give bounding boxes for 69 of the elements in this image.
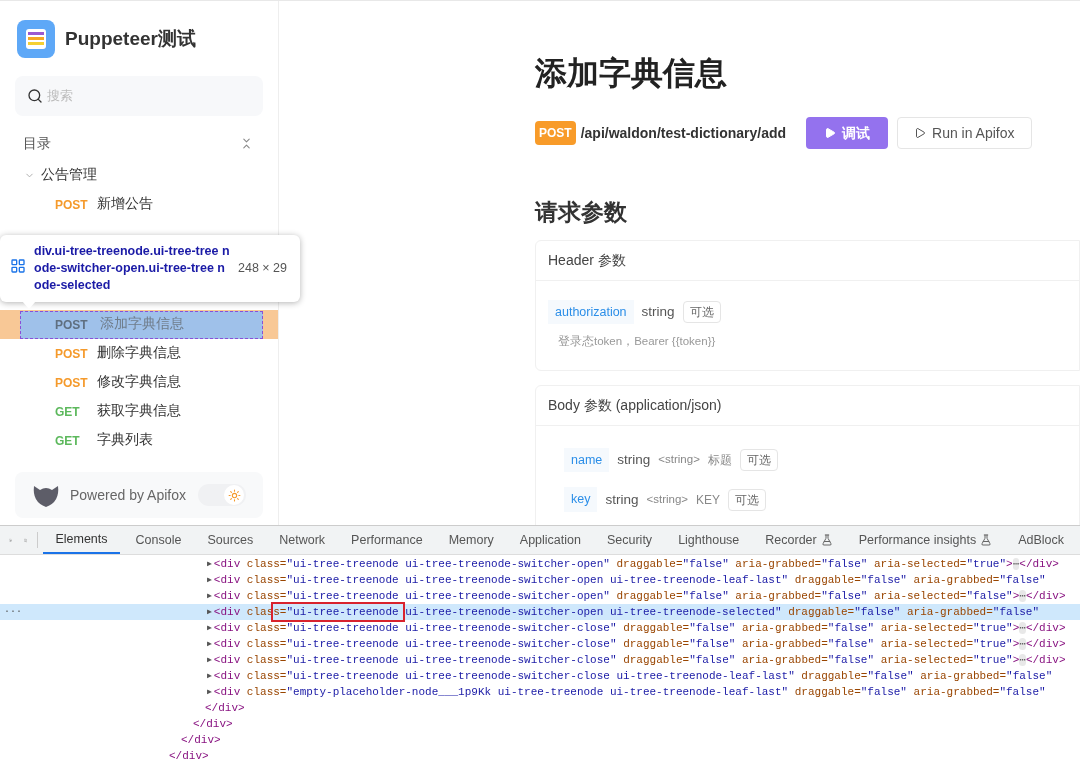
method-label: GET	[55, 403, 81, 421]
section-label: 目录	[23, 134, 51, 153]
tree-item[interactable]: GET 获取字典信息	[15, 397, 263, 426]
method-badge: POST	[535, 121, 576, 145]
dom-node-line[interactable]: ▶ <div class="empty-placeholder-node___1p9Kk ui-tree-treenode ui-tree-treenode-leaf-last" draggable="false" aria-grabbed="false"	[0, 684, 1080, 700]
method-label: GET	[55, 432, 81, 450]
param-subtype: <string>	[658, 452, 700, 468]
dom-node-line[interactable]: ▶ <div class="ui-tree-treenode ui-tree-treenode-switcher-open ui-tree-treenode-leaf-last" draggable="false" aria-grabbed="false"	[0, 572, 1080, 588]
closing-tag: </div>	[0, 732, 1080, 748]
devtools-tab[interactable]: Recorder	[755, 526, 843, 554]
item-label: 获取字典信息	[97, 402, 181, 421]
devtools-tab[interactable]: Elements	[43, 526, 120, 554]
closing-tag: </div>	[0, 716, 1080, 732]
optional-tag: 可选	[739, 448, 778, 471]
element-size: 248 × 29	[238, 260, 287, 277]
devtools-tab[interactable]: Application	[509, 526, 591, 554]
item-label: 删除字典信息	[97, 344, 181, 363]
search-input[interactable]: 搜索	[47, 86, 227, 106]
dom-node-line[interactable]: ▶ <div class="ui-tree-treenode ui-tree-treenode-switcher-close" draggable="false" aria-grabbed="false" aria-selected="true">⋯</div>	[0, 636, 1080, 652]
param-type: string	[605, 490, 639, 509]
project-title: Puppeteer测试	[65, 26, 196, 51]
tree-item[interactable]: GET 字典列表	[15, 426, 263, 455]
devtools-tab[interactable]: AdBlock	[1008, 526, 1074, 554]
item-label: 新增公告	[97, 195, 153, 214]
param-description: 登录态token，Bearer {{token}}	[558, 334, 717, 350]
run-button[interactable]: Run in Apifox	[897, 117, 1032, 149]
section-heading: 请求参数	[535, 198, 628, 227]
param-name: name	[564, 447, 610, 473]
devtools-tab[interactable]: Console	[125, 526, 192, 554]
page-title: 添加字典信息	[535, 54, 728, 93]
param-type: string	[617, 450, 651, 469]
devtools-tab[interactable]: Performance	[341, 526, 433, 554]
param-name: authorization	[548, 299, 634, 325]
debug-button[interactable]: 调试	[806, 117, 889, 149]
devtools-tab[interactable]: Memory	[438, 526, 504, 554]
tree-folder[interactable]: 公告管理	[15, 161, 263, 190]
element-selector: div.ui-tree-treenode.ui-tree-tree node-switcher-open.ui-tree-tree node-selected	[34, 243, 230, 294]
devtools-tab[interactable]: Sources	[197, 526, 264, 554]
dom-node-line[interactable]: ▶ <div class="ui-tree-treenode ui-tree-treenode-switcher-open" draggable="false" aria-grabbed="false" aria-selected="false">⋯</div>	[0, 588, 1080, 604]
method-label: POST	[55, 374, 89, 392]
dom-node-line[interactable]: ▶ <div class="ui-tree-treenode ui-tree-treenode-switcher-close" draggable="false" aria-grabbed="false" aria-selected="true">⋯</div>	[0, 620, 1080, 636]
search-field[interactable]: 搜索	[15, 76, 263, 116]
tree-item[interactable]: POST 修改字典信息	[15, 368, 263, 397]
item-label: 修改字典信息	[97, 373, 181, 392]
dom-node-line[interactable]: ▶ <div class="ui-tree-treenode ui-tree-treenode-switcher-open" draggable="false" aria-grabbed="false" aria-selected="true">⋯</div>	[0, 556, 1080, 572]
devtools-tab[interactable]: Network	[269, 526, 336, 554]
closing-tag: </div>	[0, 700, 1080, 716]
method-label: POST	[55, 345, 89, 363]
closing-tag: </div>	[0, 748, 1080, 764]
optional-tag: 可选	[682, 300, 721, 323]
powered-by-text: Powered by Apifox	[70, 485, 187, 505]
param-description: 标题	[707, 451, 732, 469]
param-type: string	[641, 302, 675, 321]
item-label: 字典列表	[97, 431, 153, 450]
dom-node-line[interactable]: ▶ <div class="ui-tree-treenode ui-tree-treenode-switcher-close" draggable="false" aria-grabbed="false" aria-selected="true">⋯</div>	[0, 652, 1080, 668]
devtools-tab[interactable]: Security	[596, 526, 663, 554]
devtools-tab[interactable]: Performance insights	[848, 526, 1003, 554]
card-title: Header 参数	[536, 240, 1079, 281]
optional-tag: 可选	[728, 488, 767, 511]
param-subtype: <string>	[646, 492, 689, 507]
card-title: Body 参数 (application/json)	[536, 385, 1079, 426]
devtools-tab[interactable]: Lighthouse	[668, 526, 750, 554]
param-description: KEY	[696, 491, 721, 509]
endpoint-path: /api/waldon/test-dictionary/add	[580, 123, 787, 143]
tree-item[interactable]: POST 新增公告	[15, 190, 263, 219]
dom-node-line[interactable]: ▶ <div class="ui-tree-treenode ui-tree-treenode-switcher-close ui-tree-treenode-leaf-last" draggable="false" aria-grabbed="false"	[0, 668, 1080, 684]
param-name: key	[564, 487, 598, 512]
tree-item[interactable]: POST 删除字典信息	[15, 339, 263, 368]
method-label: POST	[55, 196, 89, 214]
